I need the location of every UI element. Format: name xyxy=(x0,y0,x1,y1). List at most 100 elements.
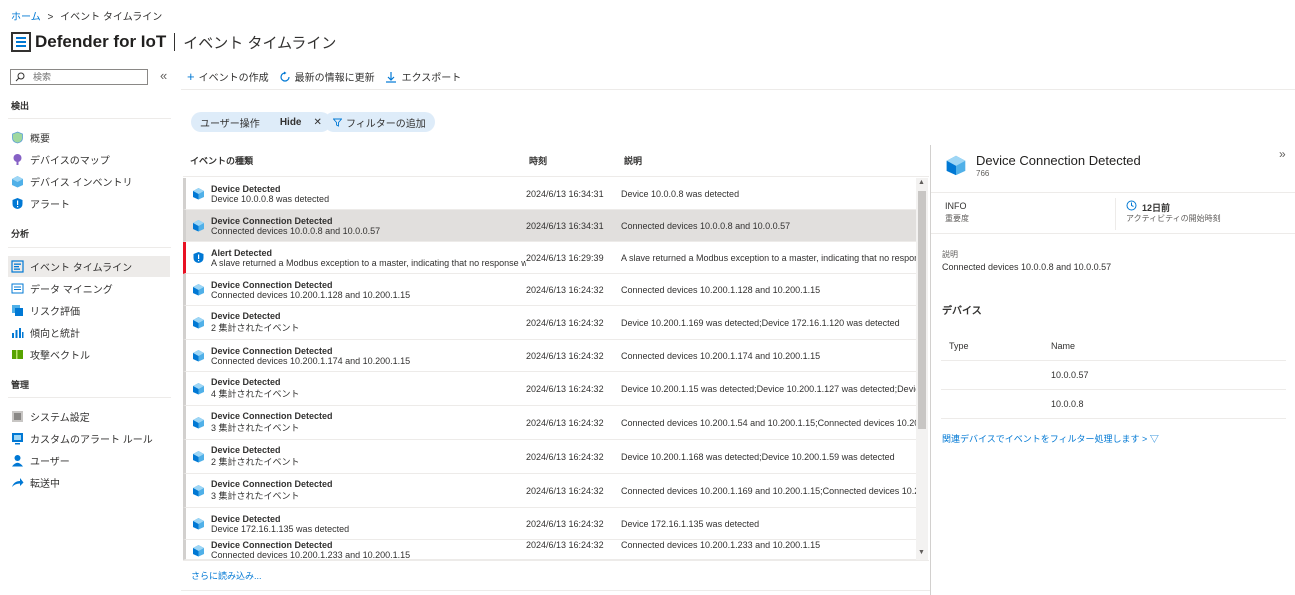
table-row[interactable]: Device Connection Detected Connected devi… xyxy=(183,274,916,306)
column-header-description[interactable]: 説明 xyxy=(624,154,642,167)
risk-icon xyxy=(12,305,23,316)
sidebar-item-device-map[interactable]: デバイスのマップ xyxy=(8,149,170,170)
forward-icon xyxy=(12,478,24,487)
event-description-cell: Device 10.200.1.15 was detected;Device 1… xyxy=(621,383,916,394)
table-row[interactable]: 10.0.0.8 xyxy=(941,390,1286,419)
breadcrumb-home-link[interactable]: ホーム xyxy=(11,12,41,23)
load-more-link[interactable]: さらに読み込み... xyxy=(191,569,262,582)
alert-shield-icon xyxy=(12,198,23,209)
page-header: Defender for IoT イベント タイムライン xyxy=(11,31,336,53)
sidebar-item-overview[interactable]: 概要 xyxy=(8,127,170,148)
event-description-cell: Connected devices 10.0.0.8 and 10.0.0.57 xyxy=(621,220,791,231)
add-filter-button[interactable]: フィルターの追加 xyxy=(324,112,435,132)
table-row[interactable]: Device Connection Detected Connected devi… xyxy=(183,340,916,372)
export-button[interactable]: エクスポート xyxy=(385,69,462,84)
event-title: Device Connection Detected xyxy=(211,215,333,226)
table-row[interactable]: Device Detected 4 集計されたイベント 2024/6/13 16:2… xyxy=(183,372,916,406)
grid-scrollbar[interactable]: ▲ ▼ xyxy=(916,178,928,560)
event-title: Device Detected xyxy=(211,445,281,455)
event-title: Device Connection Detected xyxy=(211,479,333,489)
event-time-cell: 2024/6/13 16:34:31 xyxy=(526,188,604,199)
table-row[interactable]: Device Detected 2 集計されたイベント 2024/6/13 16:2… xyxy=(183,440,916,474)
column-header-type[interactable]: イベントの種類 xyxy=(183,154,529,167)
start-time-label: アクティビティの開始時刻 xyxy=(1126,214,1221,223)
table-row[interactable]: Device Connection Detected 3 集計されたイベント 202… xyxy=(183,406,916,440)
cube-icon xyxy=(193,544,204,556)
event-type-cell: Device Connection Detected Connected devi… xyxy=(186,346,526,366)
sidebar-item-system-settings[interactable]: システム設定 xyxy=(8,406,170,427)
table-row[interactable]: Device Detected Device 172.16.1.135 was d… xyxy=(183,508,916,540)
sidebar-item-event-timeline[interactable]: イベント タイムライン xyxy=(8,256,170,277)
event-time-cell: 2024/6/13 16:29:39 xyxy=(526,252,604,263)
sidebar-item-label: カスタムのアラート ルール xyxy=(30,435,153,446)
column-header-time[interactable]: 時刻 xyxy=(529,154,624,167)
sidebar-item-users[interactable]: ユーザー xyxy=(8,450,170,471)
column-header-name[interactable]: Name xyxy=(1051,341,1075,351)
event-time-cell: 2024/6/13 16:24:32 xyxy=(526,518,604,529)
sidebar-item-trends[interactable]: 傾向と統計 xyxy=(8,322,170,343)
sidebar-item-device-inventory[interactable]: デバイス インベントリ xyxy=(8,171,170,192)
column-header-type[interactable]: Type xyxy=(941,341,1051,351)
devices-table-header: Type Name xyxy=(941,332,1286,361)
cube-icon xyxy=(193,188,204,200)
event-time-cell: 2024/6/13 16:24:32 xyxy=(526,317,604,328)
add-filter-label: フィルターの追加 xyxy=(346,118,426,130)
divider xyxy=(183,560,929,561)
data-mining-icon xyxy=(11,283,24,294)
scroll-up-icon[interactable]: ▲ xyxy=(918,179,925,186)
event-description-cell: Connected devices 10.200.1.174 and 10.20… xyxy=(621,350,821,361)
event-title: Device Connection Detected xyxy=(211,540,333,550)
table-row[interactable]: 10.0.0.57 xyxy=(941,361,1286,390)
scroll-down-icon[interactable]: ▼ xyxy=(918,549,925,556)
sidebar-item-label: アラート xyxy=(30,200,70,211)
divider xyxy=(1115,198,1116,230)
event-type-cell: Device Connection Detected 3 集計されたイベント xyxy=(186,411,526,434)
table-row[interactable]: Device Connection Detected 3 集計されたイベント 202… xyxy=(183,474,916,508)
cube-icon xyxy=(193,518,204,530)
filter-related-devices-link[interactable]: 関連デバイスでイベントをフィルター処理します > ▽ xyxy=(942,432,1159,445)
sidebar-item-forwarding[interactable]: 転送中 xyxy=(8,472,170,493)
sidebar-item-risk-assessment[interactable]: リスク評価 xyxy=(8,300,170,321)
map-pin-icon xyxy=(13,154,22,165)
event-subtitle: 3 集計されたイベント xyxy=(211,491,300,501)
event-time-cell: 2024/6/13 16:24:32 xyxy=(526,383,604,394)
filter-chip-user-operation[interactable]: ユーザー操作 Hide ✕ xyxy=(191,112,331,132)
shield-icon xyxy=(12,131,23,144)
cube-icon xyxy=(193,220,204,232)
search-box[interactable] xyxy=(10,69,148,85)
search-icon xyxy=(15,72,25,82)
event-title: Device Detected xyxy=(211,311,281,321)
event-time-cell: 2024/6/13 16:24:32 xyxy=(526,451,604,462)
event-subtitle: Connected devices 10.0.0.8 and 10.0.0.57 xyxy=(211,225,381,236)
devices-heading: デバイス xyxy=(942,306,982,317)
table-row[interactable]: Alert Detected A slave returned a Modbus … xyxy=(183,242,916,274)
divider xyxy=(181,89,1295,90)
table-row[interactable]: Device Connection Detected Connected devi… xyxy=(183,210,916,242)
event-type-cell: Device Detected Device 10.0.0.8 was detec… xyxy=(186,184,526,204)
table-row[interactable]: Device Detected 2 集計されたイベント 2024/6/13 16:2… xyxy=(183,306,916,340)
sidebar-item-alerts[interactable]: アラート xyxy=(8,193,170,214)
description-value: Connected devices 10.0.0.8 and 10.0.0.57 xyxy=(942,262,1112,272)
table-row[interactable]: Device Detected Device 10.0.0.8 was detec… xyxy=(183,178,916,210)
collapse-sidebar-icon[interactable]: « xyxy=(160,68,167,83)
close-panel-icon[interactable]: » xyxy=(1279,147,1286,161)
cube-icon xyxy=(193,383,204,395)
event-subtitle: Connected devices 10.200.1.233 and 10.20… xyxy=(211,550,411,560)
sidebar-item-attack-vectors[interactable]: 攻撃ベクトル xyxy=(8,344,170,365)
sidebar: « 検出 概要 デバイスのマップ デバイス インベントリ アラート 分析 イベン… xyxy=(0,66,180,595)
export-label: エクスポート xyxy=(401,73,462,84)
event-type-cell: Device Detected 2 集計されたイベント xyxy=(186,445,526,468)
create-event-button[interactable]: + イベントの作成 xyxy=(187,69,269,84)
table-row[interactable]: Device Connection Detected Connected devi… xyxy=(183,540,916,560)
sidebar-item-label: 傾向と統計 xyxy=(30,329,80,340)
page-title: イベント タイムライン xyxy=(183,34,337,52)
cube-icon xyxy=(193,317,204,329)
search-input[interactable] xyxy=(33,72,143,82)
refresh-button[interactable]: 最新の情報に更新 xyxy=(279,69,375,84)
scrollbar-thumb[interactable] xyxy=(918,191,926,429)
remove-filter-icon[interactable]: ✕ xyxy=(313,117,321,128)
sidebar-item-custom-alert-rules[interactable]: カスタムのアラート ルール xyxy=(8,428,170,449)
sidebar-item-data-mining[interactable]: データ マイニング xyxy=(8,278,170,299)
severity-label: 重要度 xyxy=(945,214,969,223)
vector-icon xyxy=(12,350,23,359)
